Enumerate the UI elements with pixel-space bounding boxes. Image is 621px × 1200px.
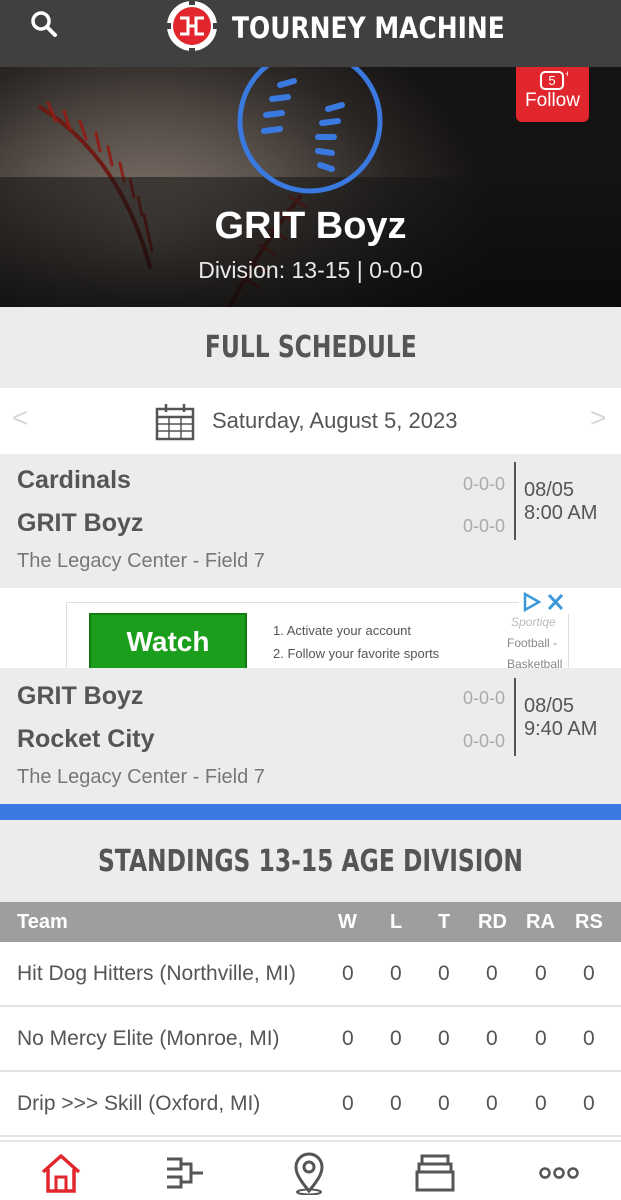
standings-l: 0 xyxy=(390,962,402,985)
col-w[interactable]: W xyxy=(338,911,357,934)
ad-sub-1: Football - xyxy=(507,636,558,650)
standings-ra: 0 xyxy=(535,962,547,985)
standings-rs: 0 xyxy=(583,1027,595,1050)
game-date: 08/05 xyxy=(524,695,575,717)
ad-brand: Sportiqe xyxy=(511,615,556,629)
standings-w: 0 xyxy=(342,1092,354,1115)
col-l[interactable]: L xyxy=(390,911,402,934)
col-team[interactable]: Team xyxy=(17,911,68,934)
section-divider xyxy=(0,804,621,820)
search-icon xyxy=(31,11,57,37)
location-icon xyxy=(294,1152,324,1195)
game-team-1-record: 0-0-0 xyxy=(463,474,506,494)
game-team-1-record: 0-0-0 xyxy=(463,688,506,708)
col-t[interactable]: T xyxy=(438,911,450,934)
nav-locations[interactable] xyxy=(284,1150,334,1196)
standings-rs: 0 xyxy=(583,1092,595,1115)
standings-l: 0 xyxy=(390,1092,402,1115)
game-location[interactable]: The Legacy Center - Field 7 xyxy=(17,550,265,573)
game-divider xyxy=(514,678,516,756)
ad-watch-button[interactable]: Watch xyxy=(89,613,247,668)
schedule-date: Saturday, August 5, 2023 xyxy=(212,408,458,433)
division-record: Division: 13-15 | 0-0-0 xyxy=(198,257,423,283)
nav-home[interactable] xyxy=(36,1150,86,1196)
standings-l: 0 xyxy=(390,1027,402,1050)
standings-rd: 0 xyxy=(486,1027,498,1050)
standings-team[interactable]: Drip >>> Skill (Oxford, MI) xyxy=(17,1092,260,1116)
col-ra[interactable]: RA xyxy=(526,911,555,934)
standings-t: 0 xyxy=(438,1092,450,1115)
follow-label: Follow xyxy=(525,90,580,111)
more-icon xyxy=(539,1167,579,1179)
home-icon xyxy=(41,1154,81,1193)
game-time: 9:40 AM xyxy=(524,718,598,740)
follow-button[interactable]: 5 + Follow xyxy=(516,67,589,122)
bottom-nav xyxy=(0,1140,621,1200)
standings-team[interactable]: Hit Dog Hitters (Northville, MI) xyxy=(17,962,296,986)
game-card[interactable]: Cardinals 0-0-0 GRIT Boyz 0-0-0 08/05 8:… xyxy=(0,454,621,588)
standings-table-header: Team W L T RD RA RS xyxy=(0,902,621,942)
next-day-button[interactable]: > xyxy=(590,402,606,434)
bracket-icon xyxy=(167,1157,203,1189)
game-team-1[interactable]: Cardinals xyxy=(17,466,131,495)
standings-row[interactable]: Hit Dog Hitters (Northville, MI) 0 0 0 0… xyxy=(0,942,621,1007)
svg-text:+: + xyxy=(565,69,568,79)
standings-row[interactable]: Drip >>> Skill (Oxford, MI) 0 0 0 0 0 0 xyxy=(0,1072,621,1137)
ad-choices-icon[interactable] xyxy=(519,590,569,614)
schedule-icon xyxy=(415,1154,455,1192)
baseball-logo-icon xyxy=(237,67,383,194)
standings-rs: 0 xyxy=(583,962,595,985)
standings-rd: 0 xyxy=(486,1092,498,1115)
follower-count: 5 xyxy=(548,73,555,88)
game-team-2[interactable]: Rocket City xyxy=(17,725,155,754)
game-date: 08/05 xyxy=(524,479,575,501)
nav-schedule[interactable] xyxy=(410,1150,460,1196)
full-schedule-title: FULL SCHEDULE xyxy=(204,330,417,365)
standings-t: 0 xyxy=(438,1027,450,1050)
standings-row[interactable]: No Mercy Elite (Monroe, MI) 0 0 0 0 0 0 xyxy=(0,1007,621,1072)
nav-brackets[interactable] xyxy=(160,1150,210,1196)
team-hero: 5 + Follow GRIT Boyz Division: 13-15 | 0… xyxy=(0,67,621,307)
ad-step-2: 2. Follow your favorite sports xyxy=(273,646,440,661)
game-team-1[interactable]: GRIT Boyz xyxy=(17,682,143,711)
standings-team[interactable]: No Mercy Elite (Monroe, MI) xyxy=(17,1027,280,1051)
game-team-2-record: 0-0-0 xyxy=(463,516,506,536)
game-divider xyxy=(514,462,516,540)
app-title: TOURNEY MACHINE xyxy=(232,11,505,45)
prev-day-button[interactable]: < xyxy=(12,402,28,434)
standings-w: 0 xyxy=(342,1027,354,1050)
game-team-2[interactable]: GRIT Boyz xyxy=(17,509,143,538)
standings-w: 0 xyxy=(342,962,354,985)
game-team-2-record: 0-0-0 xyxy=(463,731,506,751)
nav-more[interactable] xyxy=(534,1150,584,1196)
standings-ra: 0 xyxy=(535,1092,547,1115)
ad-content[interactable]: Watch 1. Activate your account 2. Follow… xyxy=(66,602,569,668)
ad-sub-2: Basketball xyxy=(507,657,563,668)
standings-title: STANDINGS 13-15 AGE DIVISION xyxy=(97,844,524,879)
top-bar: TOURNEY MACHINE xyxy=(0,0,621,67)
tourney-machine-logo xyxy=(166,0,218,54)
follower-count-badge: 5 + xyxy=(539,69,568,90)
team-name: GRIT Boyz xyxy=(214,205,407,247)
brand[interactable]: TOURNEY MACHINE xyxy=(162,0,549,56)
ad-step-1: 1. Activate your account xyxy=(273,623,412,638)
game-location[interactable]: The Legacy Center - Field 7 xyxy=(17,766,265,789)
standings-t: 0 xyxy=(438,962,450,985)
game-card[interactable]: GRIT Boyz 0-0-0 Rocket City 0-0-0 08/05 … xyxy=(0,668,621,804)
date-selector: < Saturday, August 5, 2023 > xyxy=(0,388,621,454)
col-rd[interactable]: RD xyxy=(478,911,507,934)
calendar-icon[interactable] xyxy=(155,403,195,441)
search-button[interactable] xyxy=(24,6,64,42)
standings-header[interactable]: STANDINGS 13-15 AGE DIVISION xyxy=(0,820,621,902)
col-rs[interactable]: RS xyxy=(575,911,603,934)
standings-ra: 0 xyxy=(535,1027,547,1050)
full-schedule-header[interactable]: FULL SCHEDULE xyxy=(0,307,621,388)
standings-rd: 0 xyxy=(486,962,498,985)
game-time: 8:00 AM xyxy=(524,502,598,524)
